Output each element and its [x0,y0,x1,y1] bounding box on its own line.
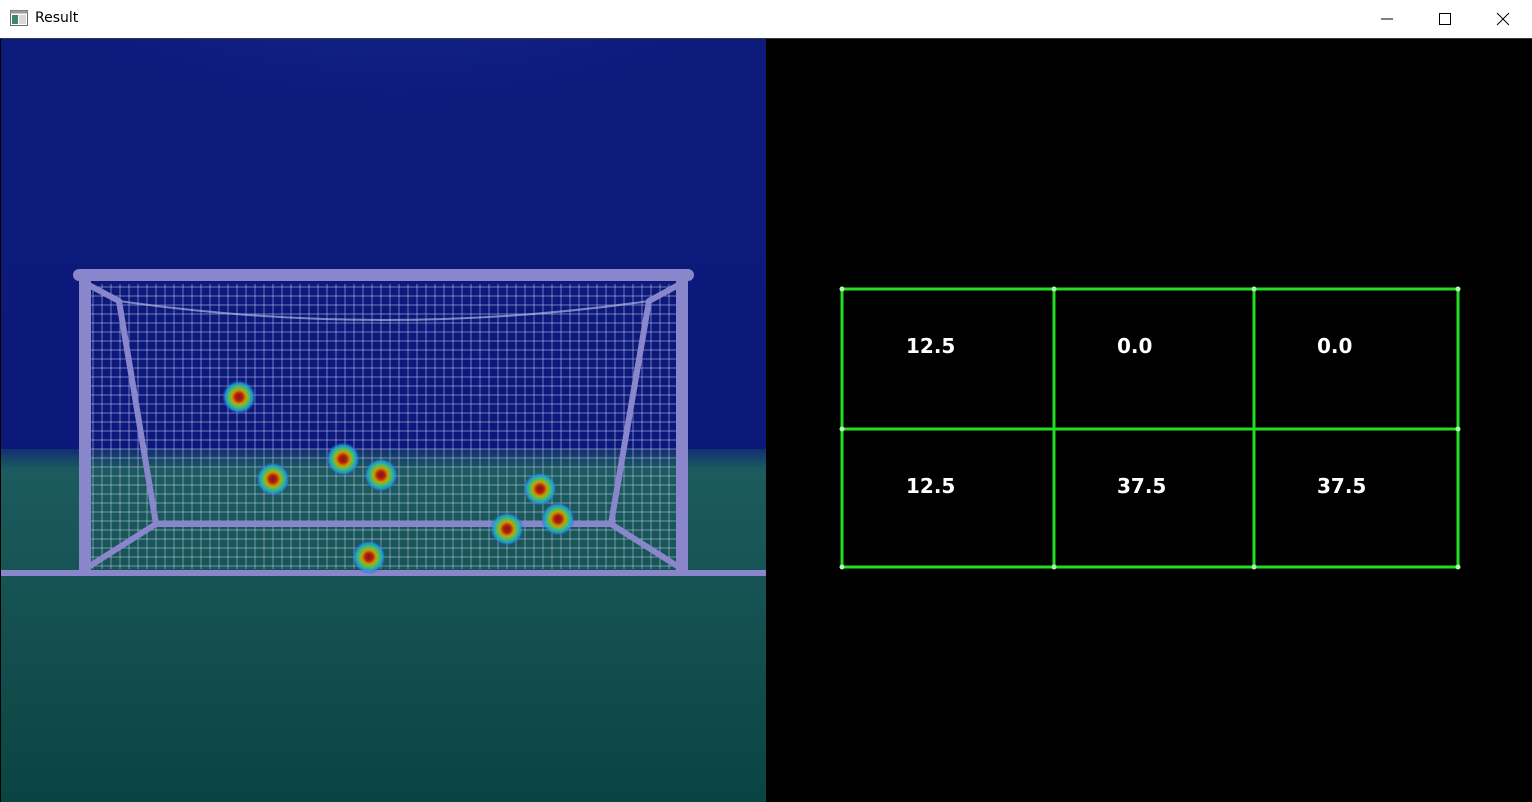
heat-spot [222,380,256,414]
maximize-icon [1439,13,1451,25]
heat-spot [541,502,575,536]
cell-top-right-value: 0.0 [1317,334,1352,358]
goal-heatmap-image [1,39,766,802]
title-bar: Result [0,0,1532,38]
grid-lines [840,287,1460,569]
close-button[interactable] [1474,0,1532,38]
heat-spot [352,540,386,574]
heat-spot [256,462,290,496]
cell-top-left-value: 12.5 [906,334,955,358]
zone-percentage-grid: 12.5 0.0 0.0 12.5 37.5 37.5 [839,286,1461,570]
heat-spot [490,512,524,546]
cell-top-center-value: 0.0 [1117,334,1152,358]
heat-spot [326,442,360,476]
close-icon [1496,12,1510,26]
app-window-icon [10,10,28,26]
cell-bottom-right-value: 37.5 [1317,474,1366,498]
maximize-button[interactable] [1416,0,1474,38]
image-canvas: 12.5 0.0 0.0 12.5 37.5 37.5 [0,39,1532,802]
heat-spot [364,458,398,492]
minimize-icon [1381,18,1393,20]
minimize-button[interactable] [1358,0,1416,38]
cell-bottom-center-value: 37.5 [1117,474,1166,498]
cell-bottom-left-value: 12.5 [906,474,955,498]
window-title: Result [35,10,79,26]
heat-spot [523,472,557,506]
